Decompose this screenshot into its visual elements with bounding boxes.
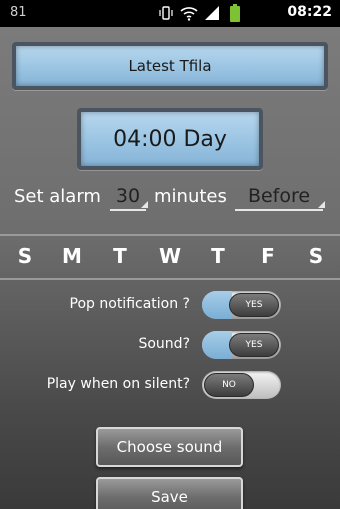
set-alarm-label: Set alarm — [14, 186, 101, 207]
set-alarm-row: Set alarm 30 minutes Before — [14, 182, 330, 212]
time-display[interactable]: 04:00 Day — [77, 108, 263, 170]
minutes-label: minutes — [154, 186, 227, 207]
day-saturday[interactable]: S — [301, 244, 331, 268]
sound-toggle[interactable]: YES — [202, 331, 281, 359]
save-button[interactable]: Save — [96, 477, 243, 509]
spinner-dropdown-icon — [141, 201, 148, 208]
wifi-icon — [180, 4, 198, 22]
day-sunday[interactable]: S — [10, 244, 40, 268]
signal-icon — [203, 4, 221, 22]
pop-notification-label: Pop notification ? — [69, 296, 190, 312]
play-silent-toggle[interactable]: NO — [202, 371, 281, 399]
status-bar: 81 08:22 — [0, 0, 340, 27]
vibrate-icon — [157, 4, 175, 22]
status-clock: 08:22 — [287, 4, 332, 20]
minutes-value: 30 — [115, 185, 141, 207]
day-friday[interactable]: F — [253, 244, 283, 268]
before-after-value: Before — [247, 185, 311, 207]
sound-label: Sound? — [138, 336, 190, 352]
weekday-selector: S M T W T F S — [0, 234, 340, 280]
day-wednesday[interactable]: W — [155, 244, 185, 268]
status-icons — [157, 4, 244, 22]
play-silent-label: Play when on silent? — [46, 376, 190, 392]
minutes-spinner[interactable]: 30 — [110, 185, 148, 211]
day-tuesday[interactable]: T — [105, 244, 135, 268]
day-monday[interactable]: M — [57, 244, 87, 268]
tfila-title-display[interactable]: Latest Tfila — [12, 42, 328, 90]
pop-notification-toggle[interactable]: YES — [202, 291, 281, 319]
toggle-state-text: NO — [204, 373, 254, 397]
time-display-text: 04:00 Day — [113, 126, 227, 152]
toggle-state-text: YES — [229, 293, 279, 317]
before-after-spinner[interactable]: Before — [235, 185, 325, 211]
status-notification-count: 81 — [10, 5, 27, 20]
toggle-state-text: YES — [229, 333, 279, 357]
spinner-dropdown-icon — [318, 201, 325, 208]
battery-icon — [226, 4, 244, 22]
day-thursday[interactable]: T — [203, 244, 233, 268]
tfila-title-text: Latest Tfila — [128, 57, 212, 75]
choose-sound-button[interactable]: Choose sound — [96, 427, 243, 467]
